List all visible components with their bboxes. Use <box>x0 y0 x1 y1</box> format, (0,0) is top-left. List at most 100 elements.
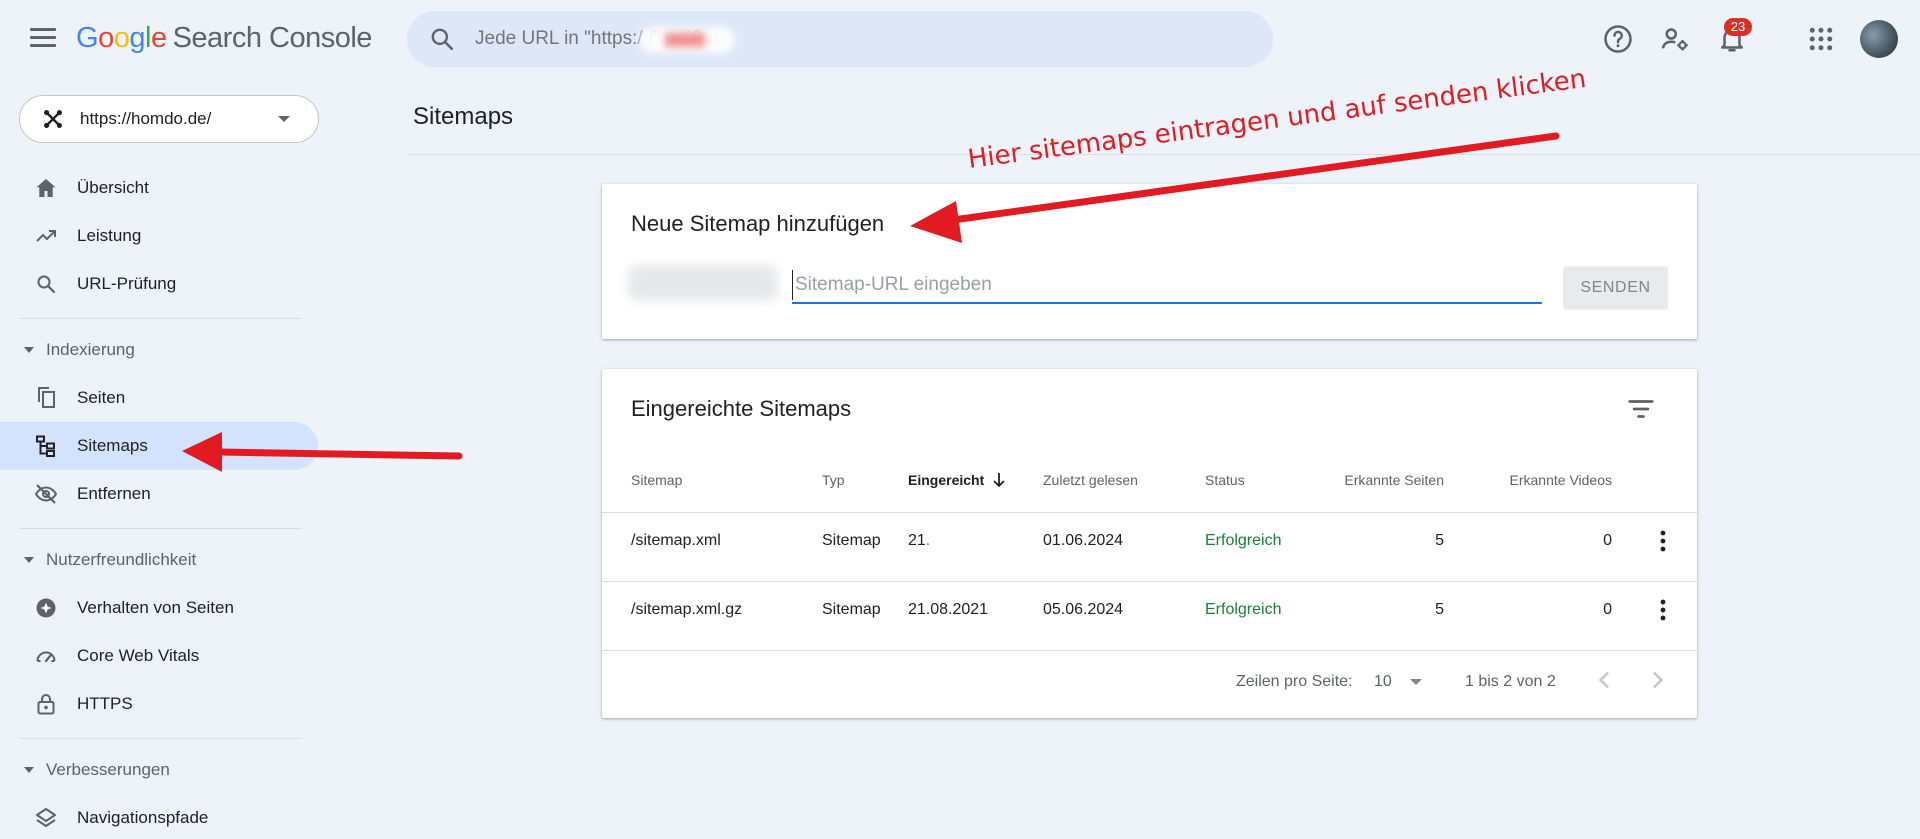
sidebar-divider <box>19 528 302 529</box>
section-label: Verbesserungen <box>46 760 170 779</box>
home-icon <box>36 179 56 197</box>
nav-item-core-web-vitals[interactable]: Core Web Vitals <box>0 632 318 680</box>
chevron-left-icon[interactable] <box>1590 665 1620 695</box>
nav-label: Übersicht <box>77 178 149 197</box>
column-header-last-read[interactable]: Zuletzt gelesen <box>1043 472 1138 488</box>
nav-label: Verhalten von Seiten <box>77 598 234 617</box>
cell-last-read: 05.06.2024 <box>1043 601 1124 618</box>
nav-item-performance[interactable]: Leistung <box>0 212 318 260</box>
cell-last-read: 01.06.2024 <box>1043 532 1124 549</box>
logo-letter: G <box>76 22 99 54</box>
nav-item-https[interactable]: HTTPS <box>0 680 318 728</box>
redaction-mark <box>665 33 705 47</box>
nav-item-overview[interactable]: Übersicht <box>0 164 318 212</box>
lock-icon <box>37 694 55 715</box>
card-title: Eingereichte Sitemaps <box>631 396 852 421</box>
row-divider <box>602 581 1697 582</box>
cell-type: Sitemap <box>822 601 881 618</box>
apps-grid-icon[interactable] <box>1806 24 1836 54</box>
nav-item-removals[interactable]: Entfernen <box>0 470 318 518</box>
nav-label: Seiten <box>77 388 126 407</box>
nav-label: Core Web Vitals <box>77 646 200 665</box>
collapse-triangle-icon <box>24 557 34 563</box>
submit-sitemap-button[interactable]: SENDEN <box>1563 266 1668 310</box>
section-ux[interactable]: Nutzerfreundlichkeit <box>24 545 196 575</box>
column-header-sitemap[interactable]: Sitemap <box>631 472 682 488</box>
card-title: Neue Sitemap hinzufügen <box>631 211 885 236</box>
column-header-type[interactable]: Typ <box>822 472 845 488</box>
title-divider <box>408 154 1920 155</box>
nav-label: Leistung <box>77 226 142 245</box>
logo-letter: e <box>150 22 167 54</box>
sidebar-divider <box>19 318 302 319</box>
app-logo[interactable]: Google Search Console <box>76 22 372 55</box>
help-icon[interactable] <box>1603 24 1633 54</box>
section-label: Indexierung <box>46 340 135 359</box>
page-title: Sitemaps <box>413 103 514 130</box>
trending-up-icon <box>36 230 56 242</box>
header-label: Eingereicht <box>908 472 985 488</box>
redacted-url-prefix <box>628 265 778 301</box>
chevron-right-icon[interactable] <box>1642 665 1672 695</box>
cell-pages: 5 <box>1435 601 1444 618</box>
property-url: https://homdo.de/ <box>80 109 212 128</box>
collapse-triangle-icon <box>24 767 34 773</box>
notification-badge: 23 <box>1724 18 1752 36</box>
nav-item-url-inspection[interactable]: URL-Prüfung <box>0 260 318 308</box>
layers-icon <box>36 808 56 827</box>
submitted-sitemaps-card: Eingereichte Sitemaps Sitemap Typ Einger… <box>602 369 1697 718</box>
more-vert-icon[interactable] <box>1651 595 1675 625</box>
sitemap-url-field[interactable] <box>792 270 1542 304</box>
rows-per-page-select[interactable]: 10 <box>1372 665 1428 697</box>
cell-pages: 5 <box>1435 532 1444 549</box>
section-label: Nutzerfreundlichkeit <box>46 550 197 569</box>
nav-item-page-experience[interactable]: Verhalten von Seiten <box>0 584 318 632</box>
nav-label: Navigationspfade <box>77 808 209 827</box>
cell-status: Erfolgreich <box>1205 601 1282 618</box>
search-icon <box>431 28 454 51</box>
top-bar: GoogleSearch Console 23 <box>0 0 1920 80</box>
sitemap-url-input[interactable] <box>792 270 1542 300</box>
visibility-off-icon <box>34 484 58 504</box>
filter-icon[interactable] <box>1626 394 1656 424</box>
section-indexing[interactable]: Indexierung <box>24 335 135 365</box>
logo-letter: o <box>113 22 130 54</box>
logo-letter: o <box>98 22 114 54</box>
rows-per-page-label: Zeilen pro Seite: <box>1236 673 1353 690</box>
row-divider <box>602 512 1697 513</box>
property-selector[interactable]: https://homdo.de/ <box>19 95 319 143</box>
column-header-submitted[interactable]: Eingereicht <box>908 472 1006 488</box>
search-input[interactable] <box>475 28 1235 50</box>
cell-videos: 0 <box>1603 601 1612 618</box>
collapse-triangle-icon <box>24 347 34 353</box>
joomla-logo-icon <box>44 110 62 128</box>
more-vert-icon[interactable] <box>1651 526 1675 556</box>
sitemap-tree-icon <box>36 435 55 457</box>
nav-label: Entfernen <box>77 484 151 503</box>
cell-status: Erfolgreich <box>1205 532 1282 549</box>
add-sitemap-card: Neue Sitemap hinzufügen SENDEN <box>602 184 1697 339</box>
nav-item-breadcrumbs[interactable]: Navigationspfade <box>0 794 318 839</box>
cell-sitemap[interactable]: /sitemap.xml <box>631 532 721 550</box>
sidebar-divider <box>19 738 302 739</box>
column-header-videos[interactable]: Erkannte Videos <box>1462 472 1612 488</box>
nav-label: Sitemaps <box>77 436 148 455</box>
cell-sitemap[interactable]: /sitemap.xml.gz <box>631 601 742 619</box>
dropdown-caret-icon <box>1410 679 1422 685</box>
row-divider <box>602 650 1697 651</box>
column-header-pages[interactable]: Erkannte Seiten <box>1302 472 1444 488</box>
user-settings-icon[interactable] <box>1660 24 1690 54</box>
rows-per-page-value: 10 <box>1374 673 1392 690</box>
main-menu-icon[interactable] <box>30 28 56 50</box>
account-avatar[interactable] <box>1860 20 1898 58</box>
nav-item-pages[interactable]: Seiten <box>0 374 318 422</box>
speedometer-icon <box>36 651 56 663</box>
nav-item-sitemaps[interactable]: Sitemaps <box>0 422 318 470</box>
section-improvements[interactable]: Verbesserungen <box>24 755 170 785</box>
url-inspection-search[interactable] <box>407 11 1273 67</box>
search-icon <box>37 275 56 294</box>
redacted-date <box>929 534 977 550</box>
cell-type: Sitemap <box>822 532 881 549</box>
column-header-status[interactable]: Status <box>1205 472 1245 488</box>
nav-label: URL-Prüfung <box>77 274 177 293</box>
